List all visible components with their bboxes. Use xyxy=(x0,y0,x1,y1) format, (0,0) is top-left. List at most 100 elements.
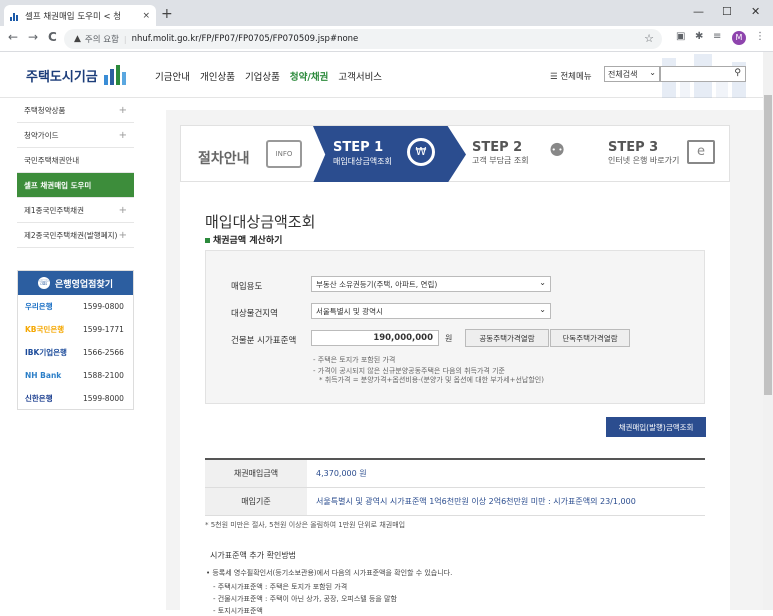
chevron-down-icon: ⌄ xyxy=(539,278,546,287)
bank-row[interactable]: NH Bank 1588-2100 xyxy=(18,364,133,387)
info-icon: INFO xyxy=(266,140,302,168)
nav-item[interactable]: 개인상품 xyxy=(200,69,235,83)
chevron-down-icon: ⌄ xyxy=(539,305,546,314)
logo-mark-icon xyxy=(103,65,126,85)
menu-kebab-icon[interactable]: ⋮ xyxy=(755,31,765,42)
warning-icon: ▲ xyxy=(74,34,81,44)
how-line: - 토지시가표준액 xyxy=(213,607,263,615)
section-subtitle-text: 채권금액 계산하기 xyxy=(213,236,283,246)
bank-tel: 1588-2100 xyxy=(83,371,124,380)
public-housing-price-button[interactable]: 공동주택가격열람 xyxy=(465,329,549,347)
profile-avatar[interactable]: M xyxy=(732,31,746,45)
sidebar: 주택청약상품 + 청약가이드 + 국민주택채권안내 셀프 채권매입 도우미 제1종국… xyxy=(17,98,134,248)
site-favicon-icon xyxy=(10,11,20,21)
step-2-label: 고객 부담금 조회 xyxy=(472,156,529,165)
scrollbar-thumb[interactable] xyxy=(764,95,772,395)
nav-item-active[interactable]: 청약/채권 xyxy=(290,69,328,83)
sidebar-item[interactable]: 국민주택채권안내 xyxy=(17,148,134,173)
monitor-icon: e xyxy=(687,140,715,164)
bullet-icon xyxy=(205,238,210,243)
person-search-icon: ⚉ xyxy=(549,140,566,161)
purpose-select[interactable]: 부동산 소유권등기(주택, 아파트, 연립) ⌄ xyxy=(311,276,551,292)
result-table: 채권매입금액 4,370,000 원 매입기준 서울특별시 및 광역시 시가표준… xyxy=(205,458,705,516)
step-1-label: 매입대상금액조회 xyxy=(333,157,392,166)
plus-icon: + xyxy=(118,229,127,241)
search-input[interactable]: ⚲ xyxy=(660,66,746,82)
step-1-active[interactable]: STEP 1 매입대상금액조회 ₩ xyxy=(313,126,466,183)
maximize-button[interactable]: ☐ xyxy=(722,5,732,18)
media-icon[interactable]: ≡ xyxy=(713,31,721,42)
nav-item[interactable]: 기업상품 xyxy=(245,69,280,83)
section-subtitle: 채권금액 계산하기 xyxy=(205,233,282,246)
forward-icon[interactable]: → xyxy=(28,30,38,44)
region-select[interactable]: 서울특별시 및 광역시 ⌄ xyxy=(311,303,551,319)
sidebar-item[interactable]: 제1종국민주택채권 + xyxy=(17,198,134,223)
how-line: - 건물시가표준액 : 주택이 아닌 상가, 공장, 오피스텔 등을 말함 xyxy=(213,595,397,603)
main-navigation: 기금안내 개인상품 기업상품 청약/채권 고객서비스 xyxy=(155,69,382,83)
site-logo[interactable]: 주택도시기금 xyxy=(26,65,126,85)
sidebar-item[interactable]: 제2종국민주택채권(발행폐지) + xyxy=(17,223,134,248)
calc-button[interactable]: 채권매입(발행)금액조회 xyxy=(606,417,706,437)
page-title: 매입대상금액조회 xyxy=(205,213,316,231)
region-value: 서울특별시 및 광역시 xyxy=(316,307,383,316)
new-tab-button[interactable]: + xyxy=(161,6,173,22)
bank-tel: 1599-0800 xyxy=(83,302,124,311)
footnote: * 5천원 미만은 절사, 5천원 이상은 올림하여 1만원 단위로 채권매입 xyxy=(205,521,406,529)
bank-row[interactable]: KB국민은행 1599-1771 xyxy=(18,318,133,341)
minimize-button[interactable]: — xyxy=(693,5,704,18)
bank-finder-box: ☏ 은행영업점찾기 우리은행 1599-0800 KB국민은행 1599-1771 I… xyxy=(17,270,134,410)
sidebar-item-label: 주택청약상품 xyxy=(24,105,66,115)
bank-name: 우리은행 xyxy=(25,302,53,311)
bank-finder-header[interactable]: ☏ 은행영업점찾기 xyxy=(18,271,133,295)
single-housing-price-button[interactable]: 단독주택가격열람 xyxy=(550,329,630,347)
note-line: - 주택은 토지가 포함된 가격 xyxy=(313,356,396,364)
step-guide-label: 절차안내 xyxy=(198,151,250,167)
phone-icon: ☏ xyxy=(38,277,51,289)
insecure-label: 주의 요함 xyxy=(84,35,119,45)
step-3[interactable]: STEP 3 인터넷 은행 바로가기 xyxy=(608,140,679,166)
browser-tab[interactable]: 셀프 채권매입 도우미 < 청 × xyxy=(4,5,156,26)
bank-row[interactable]: 우리은행 1599-0800 xyxy=(18,295,133,318)
plus-icon: + xyxy=(118,204,127,216)
nav-item[interactable]: 기금안내 xyxy=(155,69,190,83)
tab-close-icon[interactable]: × xyxy=(142,11,150,21)
back-icon[interactable]: ← xyxy=(8,30,18,44)
how-line: - 주택시가표준액 : 주택은 토지가 포함된 가격 xyxy=(213,583,348,591)
sidebar-item-label: 셀프 채권매입 도우미 xyxy=(24,180,92,190)
sidebar-item[interactable]: 주택청약상품 + xyxy=(17,98,134,123)
sidebar-item-label: 제2종국민주택채권(발행폐지) xyxy=(24,230,118,240)
purpose-value: 부동산 소유권등기(주택, 아파트, 연립) xyxy=(316,280,438,289)
bank-row[interactable]: 신한은행 1599-8000 xyxy=(18,387,133,410)
table-row: 채권매입금액 4,370,000 원 xyxy=(205,460,705,488)
how-line: • 등록세 영수필확인서(등기소보관용)에서 다음의 시가표준액을 확인할 수 … xyxy=(206,569,453,577)
bookmark-star-icon[interactable]: ☆ xyxy=(644,32,654,45)
sidebar-item-label: 청약가이드 xyxy=(24,130,59,140)
sidebar-item-label: 국민주택채권안내 xyxy=(24,155,80,165)
currency-search-icon: ₩ xyxy=(407,138,435,166)
bank-finder-title: 은행영업점찾기 xyxy=(55,279,113,290)
close-window-button[interactable]: ✕ xyxy=(751,5,760,18)
bank-row[interactable]: IBK기업은행 1566-2566 xyxy=(18,341,133,364)
puzzle-icon[interactable]: ✱ xyxy=(695,31,703,42)
region-label: 대상물건지역 xyxy=(231,309,278,319)
price-label: 건물분 시가표준액 xyxy=(231,336,297,346)
url-input[interactable]: ▲ 주의 요함 | nhuf.molit.go.kr/FP/FP07/FP070… xyxy=(64,29,662,49)
all-menu-button[interactable]: ☰ 전체메뉴 xyxy=(550,70,592,82)
reload-icon[interactable]: C xyxy=(48,30,57,44)
sidebar-item[interactable]: 청약가이드 + xyxy=(17,123,134,148)
nav-item[interactable]: 고객서비스 xyxy=(338,69,382,83)
bank-tel: 1566-2566 xyxy=(83,348,124,357)
search-scope-select[interactable]: 전체검색 ⌄ xyxy=(604,66,660,82)
step-2-number: STEP 2 xyxy=(472,140,523,155)
step-1-number: STEP 1 xyxy=(333,140,384,155)
how-title: 시가표준액 추가 확인방법 xyxy=(210,551,297,560)
url-text: nhuf.molit.go.kr/FP/FP07/FP0705/FP070509… xyxy=(131,34,359,44)
result-amount-value: 4,370,000 원 xyxy=(316,469,367,478)
step-2[interactable]: STEP 2 고객 부담금 조회 xyxy=(472,140,529,166)
plus-icon: + xyxy=(118,104,127,116)
extension-icon[interactable]: ▣ xyxy=(676,31,685,42)
step-bar: 절차안내 INFO STEP 1 매입대상금액조회 ₩ STEP 2 고객 부담… xyxy=(180,125,730,183)
sidebar-item-active[interactable]: 셀프 채권매입 도우미 xyxy=(17,173,134,198)
price-input[interactable]: 190,000,000 xyxy=(311,330,439,346)
search-icon[interactable]: ⚲ xyxy=(734,68,741,78)
